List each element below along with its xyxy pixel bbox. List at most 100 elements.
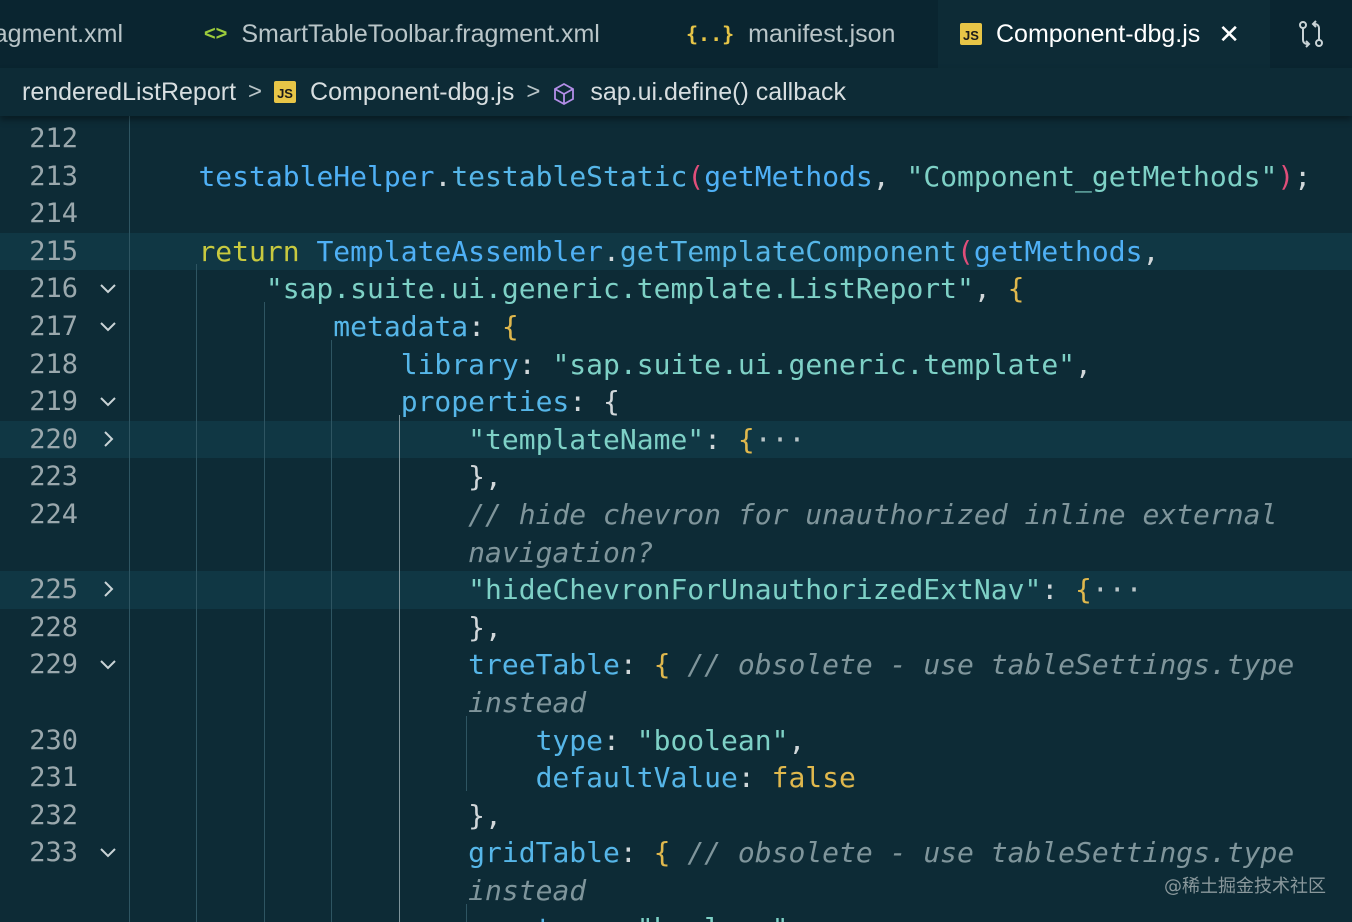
line-number: 217 <box>29 311 78 342</box>
code-line[interactable]: 216 "sap.suite.ui.generic.template.ListR… <box>0 270 1352 308</box>
token-text: : <box>603 723 637 757</box>
line-number: 231 <box>29 762 78 794</box>
tab-smarttabletoolbar[interactable]: <> SmartTableToolbar.fragment.xml <box>180 0 666 68</box>
line-number: 225 <box>29 574 78 606</box>
code-line[interactable]: 213 testableHelper.testableStatic(getMet… <box>0 158 1352 196</box>
token-prop: library <box>400 347 519 381</box>
cube-icon <box>552 77 576 108</box>
code-text: "hideChevronForUnauthorizedExtNav": {··· <box>131 571 1142 609</box>
token-var: getMethods <box>973 234 1143 268</box>
code-line[interactable]: instead <box>0 684 1352 722</box>
indent-guide <box>331 339 333 922</box>
code-line[interactable]: 212 <box>0 120 1352 158</box>
code-text: navigation? <box>131 534 653 572</box>
code-line[interactable]: navigation? <box>0 534 1352 572</box>
breadcrumb-folder[interactable]: renderedListReport <box>22 78 236 107</box>
token-brace: { <box>653 836 671 870</box>
code-text: properties: { <box>131 383 620 421</box>
tab-component-dbg[interactable]: JS Component-dbg.js ✕ <box>938 0 1270 68</box>
tab-label: agment.xml <box>0 19 123 48</box>
chevron-down-icon[interactable] <box>94 270 122 302</box>
token-prop: defaultValue <box>535 761 738 795</box>
code-line[interactable]: instead <box>0 872 1352 910</box>
code-line[interactable]: 232 }, <box>0 797 1352 835</box>
token-comment: // hide chevron for unauthorized inline … <box>468 498 1278 531</box>
token-str: "boolean" <box>637 912 789 922</box>
token-text: , <box>788 912 805 922</box>
code-text: defaultValue: false <box>131 759 856 797</box>
code-line[interactable]: 219 properties: { <box>0 383 1352 421</box>
token-fn: testableStatic <box>451 159 688 193</box>
code-line[interactable]: 230 type: "boolean", <box>0 722 1352 760</box>
code-text: "templateName": {··· <box>131 421 805 459</box>
token-prop: treeTable <box>468 648 620 682</box>
token-text: : <box>468 310 502 343</box>
chevron-right-icon[interactable] <box>94 421 122 453</box>
json-file-icon: {..} <box>686 22 735 46</box>
token-text: . <box>603 234 620 268</box>
code-line[interactable]: 220 "templateName": {··· <box>0 420 1352 459</box>
code-line[interactable]: 229 treeTable: { // obsolete - use table… <box>0 646 1352 684</box>
code-line[interactable]: 214 <box>0 195 1352 233</box>
code-text: metadata: { <box>131 308 518 346</box>
breadcrumb-symbol[interactable]: sap.ui.define() callback <box>590 78 846 107</box>
chevron-down-icon[interactable] <box>94 308 122 340</box>
tab-label: Component-dbg.js <box>996 19 1201 48</box>
code-text: type: "boolean", <box>131 910 806 922</box>
code-text: // hide chevron for unauthorized inline … <box>131 496 1277 534</box>
code-text: return TemplateAssembler.getTemplateComp… <box>131 233 1159 271</box>
code-text: type: "boolean", <box>131 722 806 760</box>
token-brace: { <box>1075 573 1092 607</box>
token-text: . <box>434 159 452 193</box>
token-str: "templateName" <box>468 422 705 456</box>
token-bool: false <box>771 761 856 795</box>
token-text: : <box>1041 573 1076 607</box>
chevron-right-icon[interactable] <box>94 571 122 603</box>
code-line[interactable]: type: "boolean", <box>0 910 1352 922</box>
code-line[interactable]: 225 "hideChevronForUnauthorizedExtNav": … <box>0 571 1352 609</box>
breadcrumb: renderedListReport > JS Component-dbg.js… <box>0 68 1352 116</box>
token-var: testableHelper <box>198 159 435 193</box>
code-line[interactable]: 231 defaultValue: false <box>0 759 1352 797</box>
breadcrumb-file[interactable]: Component-dbg.js <box>310 78 514 107</box>
token-comment: // obsolete - use tableSettings.type <box>687 648 1295 682</box>
indent-guide <box>466 903 467 922</box>
token-text: : <box>569 385 604 419</box>
code-line[interactable]: 217 metadata: { <box>0 308 1352 346</box>
code-line[interactable]: 233 gridTable: { // obsolete - use table… <box>0 834 1352 872</box>
editor-tab-bar: agment.xml <> SmartTableToolbar.fragment… <box>0 0 1352 68</box>
chevron-down-icon[interactable] <box>94 646 122 678</box>
line-number: 214 <box>29 198 78 230</box>
token-prop: gridTable <box>468 836 620 870</box>
watermark: @稀土掘金技术社区 <box>1164 876 1326 897</box>
token-text: : <box>737 761 772 795</box>
js-file-icon: JS <box>274 81 297 103</box>
token-brace: { <box>653 648 671 682</box>
tab-fragment-xml[interactable]: agment.xml <box>0 0 180 68</box>
line-number: 215 <box>29 235 78 267</box>
code-line[interactable]: 224 // hide chevron for unauthorized inl… <box>0 496 1352 534</box>
line-number: 232 <box>29 799 78 831</box>
code-line[interactable]: 215 return TemplateAssembler.getTemplate… <box>0 232 1352 271</box>
tab-manifest[interactable]: {..} manifest.json <box>666 0 938 68</box>
code-text: treeTable: { // obsolete - use tableSett… <box>131 646 1294 684</box>
token-var: getMethods <box>704 159 873 193</box>
tab-label: SmartTableToolbar.fragment.xml <box>241 19 600 48</box>
token-prop: type <box>535 723 604 757</box>
chevron-down-icon[interactable] <box>94 834 122 866</box>
chevron-down-icon[interactable] <box>94 383 122 415</box>
code-line[interactable]: 218 library: "sap.suite.ui.generic.templ… <box>0 346 1352 384</box>
code-line[interactable]: 223 }, <box>0 458 1352 496</box>
xml-file-icon: <> <box>204 22 228 45</box>
token-prop: metadata <box>333 310 469 343</box>
code-text: }, <box>131 458 502 496</box>
close-icon[interactable]: ✕ <box>1218 19 1240 50</box>
source-control-compare-icon[interactable] <box>1270 0 1352 68</box>
code-line[interactable]: 228 }, <box>0 609 1352 647</box>
indent-guide <box>466 715 467 791</box>
code-editor[interactable]: 212 213 testableHelper.testableStatic(get… <box>0 116 1352 922</box>
indent-guide <box>196 264 198 922</box>
